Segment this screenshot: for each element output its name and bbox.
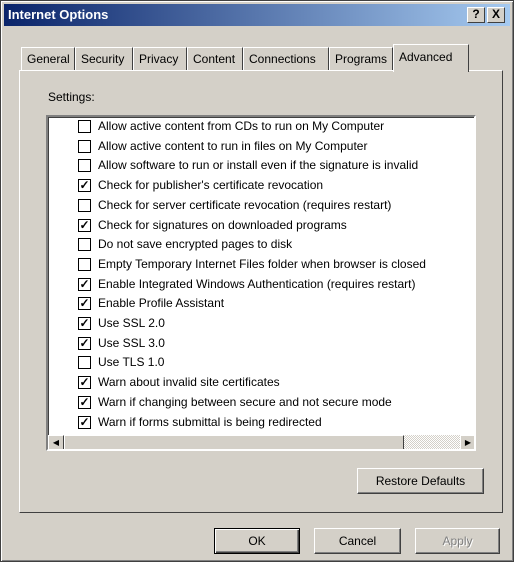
setting-label: Empty Temporary Internet Files folder wh… [98, 256, 426, 271]
tab-privacy[interactable]: Privacy [133, 47, 187, 71]
setting-label: Use SSL 2.0 [98, 316, 165, 330]
setting-checkbox[interactable]: ✓ [78, 395, 91, 409]
setting-checkbox[interactable]: ✓ [78, 336, 91, 350]
setting-checkbox[interactable]: ✓ [78, 179, 91, 193]
internet-options-window: Internet Options ? X General Security Pr… [0, 0, 514, 562]
setting-checkbox[interactable]: ✓ [78, 218, 91, 232]
tab-connections[interactable]: Connections [243, 47, 329, 71]
settings-list[interactable]: Allow active content from CDs to run on … [46, 115, 476, 451]
horizontal-scrollbar[interactable]: ◀ ▶ [48, 435, 474, 449]
tab-security[interactable]: Security [75, 47, 133, 71]
setting-checkbox[interactable] [78, 120, 91, 133]
scroll-right-button[interactable]: ▶ [460, 435, 474, 449]
tab-programs[interactable]: Programs [329, 47, 393, 71]
setting-checkbox[interactable]: ✓ [78, 376, 91, 390]
tab-content[interactable]: Content [187, 47, 243, 71]
setting-label: Check for publisher's certificate revoca… [98, 178, 324, 193]
setting-label: Warn if changing between secure and not … [98, 394, 392, 409]
setting-label: Allow software to run or install even if… [98, 158, 419, 173]
setting-checkbox[interactable]: ✓ [78, 277, 91, 291]
setting-checkbox[interactable]: ✓ [78, 297, 91, 311]
setting-label: Do not save encrypted pages to disk [98, 237, 293, 252]
setting-label: Enable Integrated Windows Authentication… [98, 276, 416, 291]
advanced-panel: Settings: Allow active content from CDs … [19, 70, 503, 513]
setting-label: Warn if forms submittal is being redirec… [98, 414, 322, 429]
setting-checkbox[interactable] [78, 198, 91, 212]
close-button[interactable]: X [487, 7, 505, 23]
horizontal-scroll-thumb[interactable] [64, 435, 404, 449]
setting-label: Allow active content to run in files on … [98, 138, 368, 153]
restore-defaults-button[interactable]: Restore Defaults [357, 468, 484, 494]
help-button[interactable]: ? [467, 7, 485, 23]
cancel-button[interactable]: Cancel [314, 528, 401, 554]
setting-label: Check for signatures on downloaded progr… [98, 217, 347, 232]
setting-label: Check for server certificate revocation … [98, 197, 392, 212]
setting-label: Use TLS 1.0 [98, 355, 165, 370]
settings-label: Settings: [48, 90, 95, 104]
ok-button[interactable]: OK [214, 528, 300, 554]
setting-checkbox[interactable] [78, 139, 91, 153]
setting-checkbox[interactable] [78, 238, 91, 252]
tab-advanced[interactable]: Advanced [393, 44, 469, 72]
window-title: Internet Options [8, 7, 109, 22]
title-bar[interactable]: Internet Options ? X [4, 4, 510, 26]
tab-general[interactable]: General [21, 47, 75, 71]
setting-checkbox[interactable]: ✓ [78, 317, 91, 330]
setting-checkbox[interactable] [78, 257, 91, 271]
setting-label: Allow active content from CDs to run on … [98, 119, 385, 133]
apply-button[interactable]: Apply [415, 528, 500, 554]
setting-label: Use SSL 3.0 [98, 335, 165, 350]
setting-label: Warn about invalid site certificates [98, 375, 280, 390]
setting-checkbox[interactable] [78, 159, 91, 173]
scroll-left-button[interactable]: ◀ [48, 435, 64, 449]
setting-checkbox[interactable] [78, 356, 91, 370]
setting-checkbox[interactable]: ✓ [78, 415, 91, 429]
setting-label: Enable Profile Assistant [98, 296, 225, 311]
